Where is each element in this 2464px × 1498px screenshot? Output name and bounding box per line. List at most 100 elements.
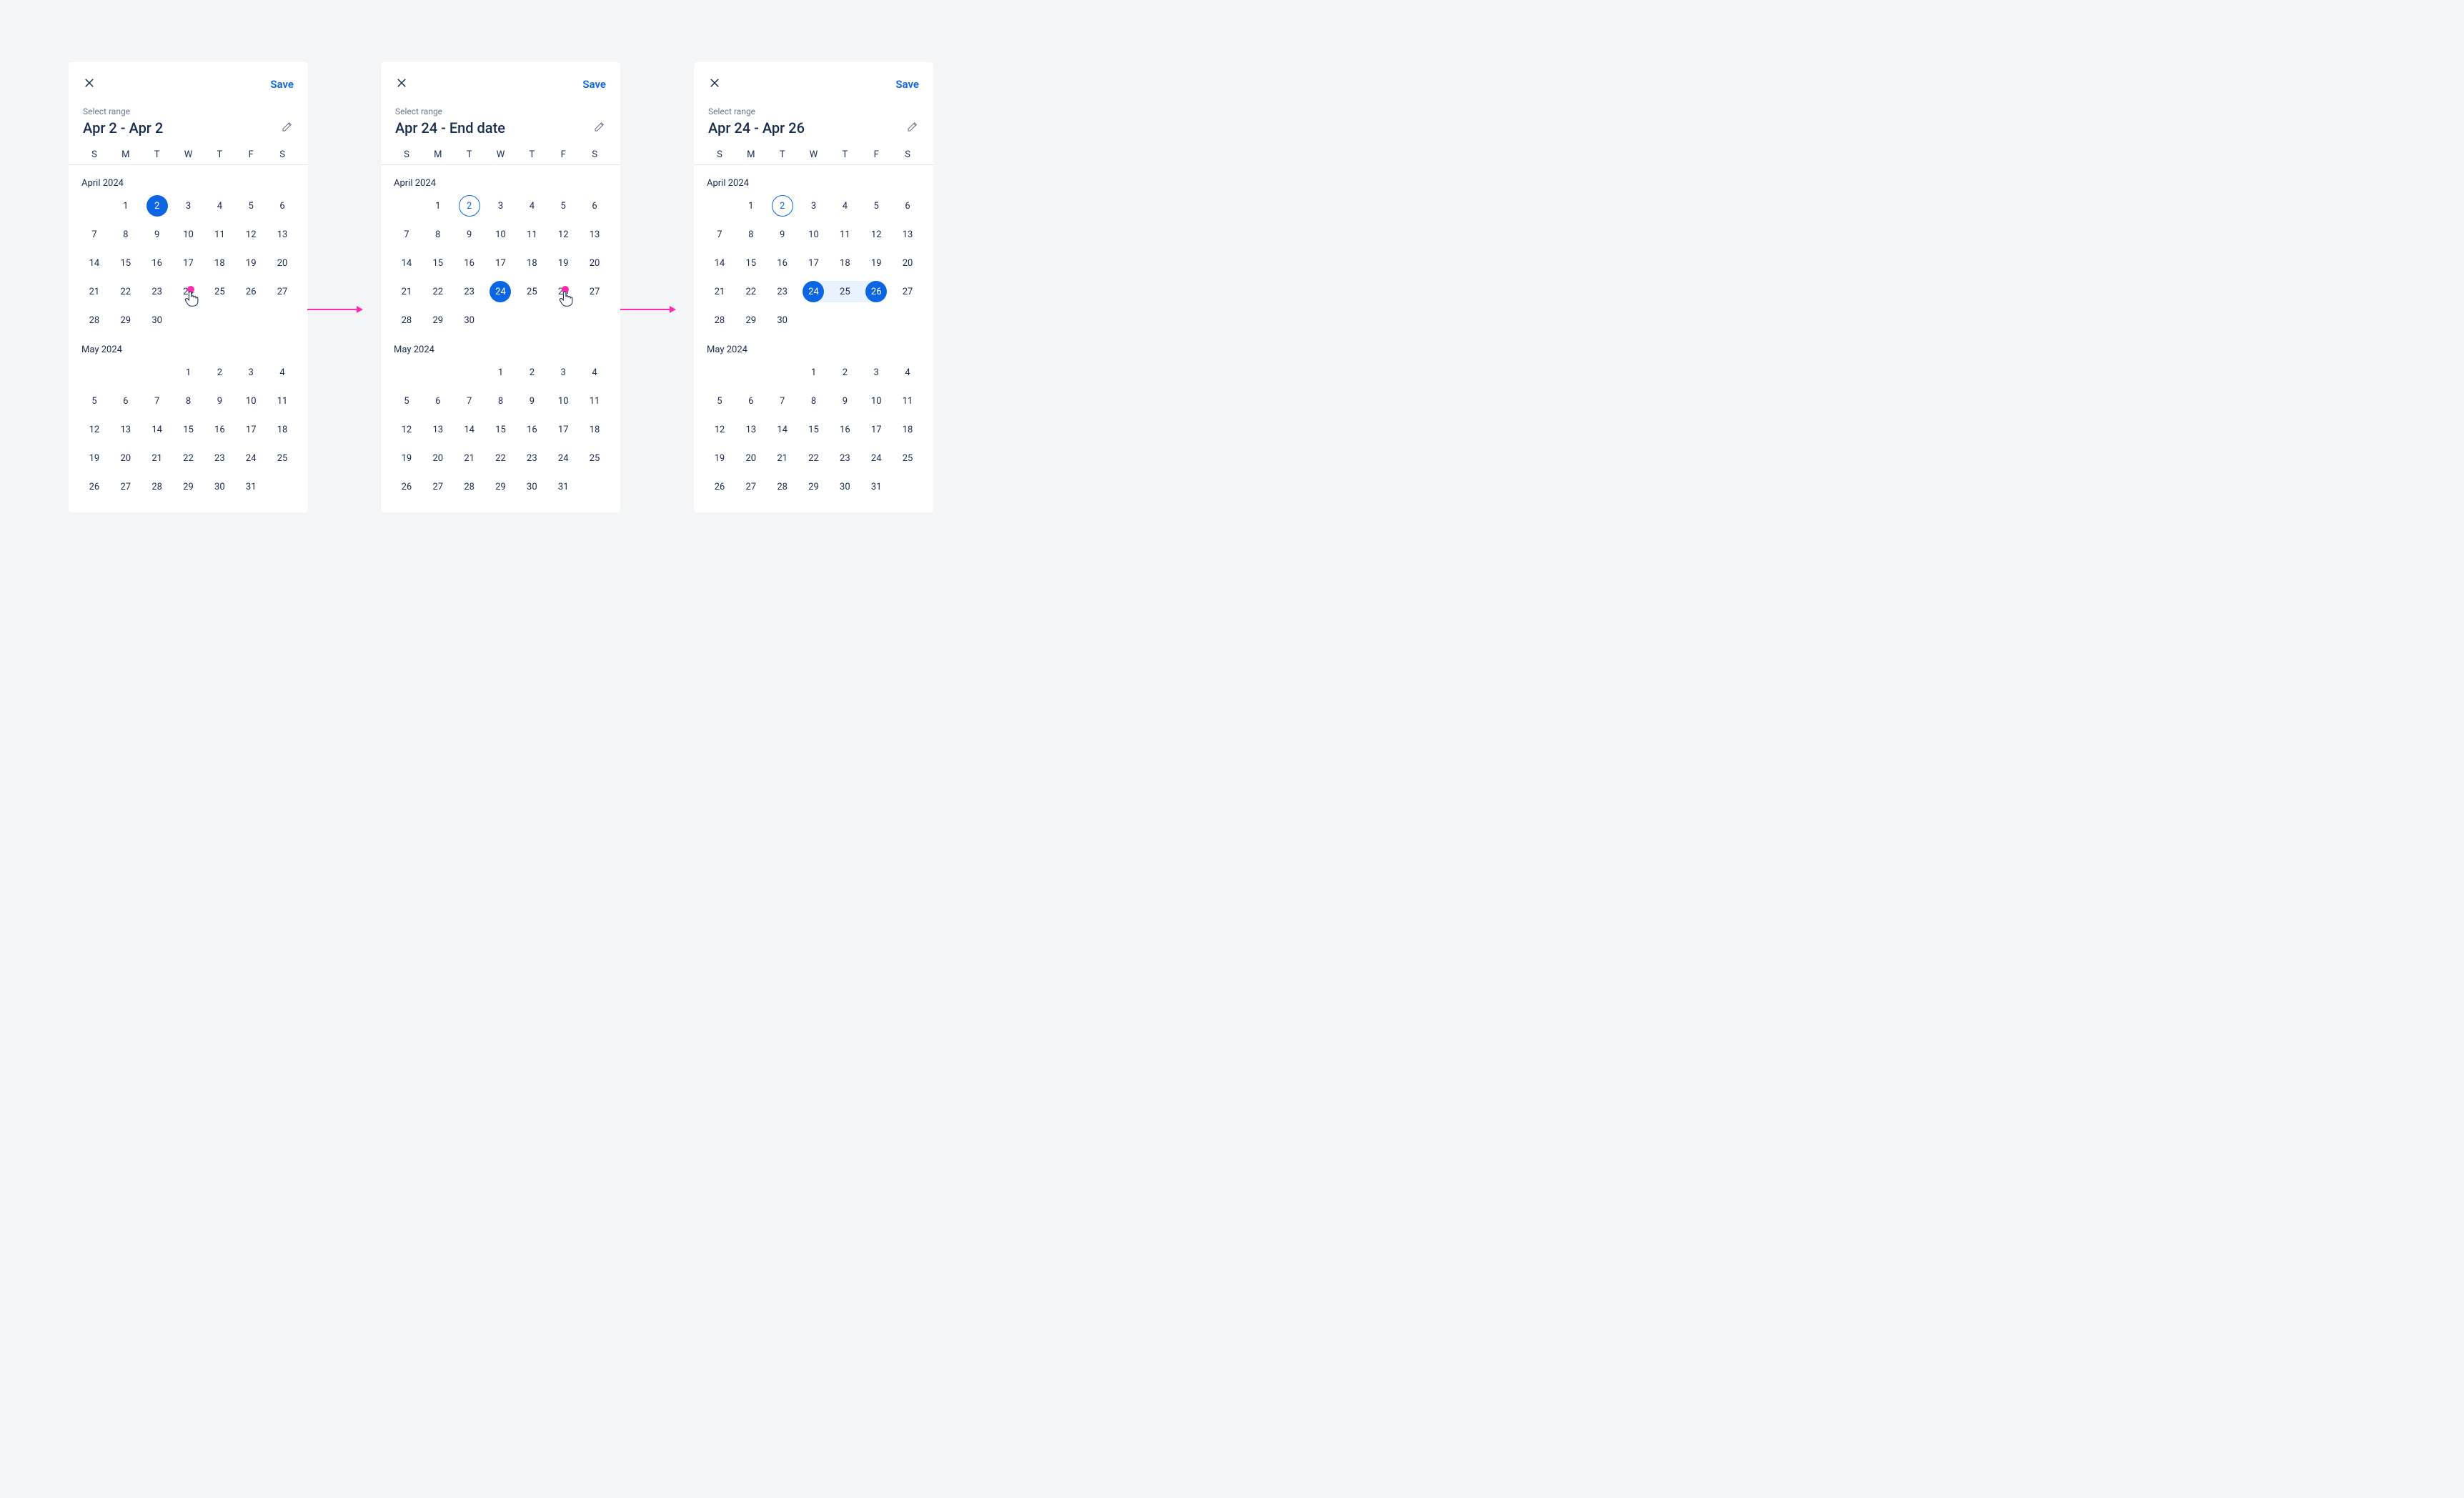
day-cell[interactable]: 14: [391, 252, 422, 274]
day-cell[interactable]: 28: [704, 309, 735, 332]
day-cell[interactable]: 8: [798, 390, 830, 412]
day-cell[interactable]: 27: [579, 280, 610, 303]
day-cell[interactable]: 3: [235, 361, 267, 384]
day-cell[interactable]: 24: [485, 280, 517, 303]
day-cell[interactable]: 19: [79, 447, 110, 470]
day-cell[interactable]: 20: [735, 447, 767, 470]
day-cell[interactable]: 27: [267, 280, 298, 303]
day-cell[interactable]: 5: [547, 194, 579, 217]
day-cell[interactable]: 15: [485, 418, 517, 441]
day-cell[interactable]: 13: [267, 223, 298, 246]
day-cell[interactable]: 7: [391, 223, 422, 246]
day-cell[interactable]: 20: [267, 252, 298, 274]
day-cell[interactable]: 23: [204, 447, 235, 470]
day-cell[interactable]: 13: [422, 418, 454, 441]
day-cell[interactable]: 14: [704, 252, 735, 274]
day-cell[interactable]: 7: [767, 390, 798, 412]
months-scroll[interactable]: April 2024 12345678910111213141516171819…: [694, 165, 933, 512]
day-cell[interactable]: 7: [454, 390, 485, 412]
day-cell[interactable]: 23: [141, 280, 173, 303]
day-cell[interactable]: 17: [547, 418, 579, 441]
day-cell[interactable]: 22: [422, 280, 454, 303]
day-cell[interactable]: 13: [892, 223, 923, 246]
day-cell[interactable]: 2: [141, 194, 173, 217]
day-cell[interactable]: 24: [173, 280, 204, 303]
day-cell[interactable]: 15: [422, 252, 454, 274]
day-cell[interactable]: 17: [235, 418, 267, 441]
day-cell[interactable]: 31: [860, 475, 892, 498]
day-cell[interactable]: 6: [422, 390, 454, 412]
day-cell[interactable]: 17: [798, 252, 830, 274]
day-cell[interactable]: 4: [579, 361, 610, 384]
months-scroll[interactable]: April 2024 12345678910111213141516171819…: [69, 165, 308, 512]
close-icon[interactable]: [83, 76, 96, 92]
day-cell[interactable]: 16: [767, 252, 798, 274]
day-cell[interactable]: 1: [110, 194, 141, 217]
day-cell[interactable]: 28: [79, 309, 110, 332]
day-cell[interactable]: 12: [79, 418, 110, 441]
day-cell[interactable]: 7: [141, 390, 173, 412]
day-cell[interactable]: 29: [422, 309, 454, 332]
day-cell[interactable]: 22: [485, 447, 517, 470]
day-cell[interactable]: 6: [110, 390, 141, 412]
day-cell[interactable]: 24: [798, 280, 830, 303]
day-cell[interactable]: 21: [391, 280, 422, 303]
day-cell[interactable]: 11: [829, 223, 860, 246]
day-cell[interactable]: 18: [892, 418, 923, 441]
save-button[interactable]: Save: [582, 78, 606, 91]
day-cell[interactable]: 29: [173, 475, 204, 498]
day-cell[interactable]: 25: [579, 447, 610, 470]
day-cell[interactable]: 19: [235, 252, 267, 274]
day-cell[interactable]: 20: [422, 447, 454, 470]
day-cell[interactable]: 22: [110, 280, 141, 303]
day-cell[interactable]: 6: [735, 390, 767, 412]
day-cell[interactable]: 11: [204, 223, 235, 246]
day-cell[interactable]: 16: [141, 252, 173, 274]
day-cell[interactable]: 23: [767, 280, 798, 303]
day-cell[interactable]: 7: [704, 223, 735, 246]
day-cell[interactable]: 27: [735, 475, 767, 498]
day-cell[interactable]: 30: [829, 475, 860, 498]
day-cell[interactable]: 17: [173, 252, 204, 274]
day-cell[interactable]: 24: [547, 447, 579, 470]
day-cell[interactable]: 28: [141, 475, 173, 498]
day-cell[interactable]: 10: [173, 223, 204, 246]
save-button[interactable]: Save: [270, 78, 294, 91]
day-cell[interactable]: 29: [798, 475, 830, 498]
day-cell[interactable]: 10: [485, 223, 517, 246]
day-cell[interactable]: 23: [454, 280, 485, 303]
day-cell[interactable]: 26: [547, 280, 579, 303]
day-cell[interactable]: 22: [173, 447, 204, 470]
day-cell[interactable]: 10: [798, 223, 830, 246]
day-cell[interactable]: 16: [454, 252, 485, 274]
pencil-icon[interactable]: [906, 120, 919, 136]
day-cell[interactable]: 8: [173, 390, 204, 412]
day-cell[interactable]: 6: [892, 194, 923, 217]
day-cell[interactable]: 14: [767, 418, 798, 441]
day-cell[interactable]: 14: [141, 418, 173, 441]
day-cell[interactable]: 23: [829, 447, 860, 470]
day-cell[interactable]: 18: [579, 418, 610, 441]
day-cell[interactable]: 4: [829, 194, 860, 217]
day-cell[interactable]: 5: [79, 390, 110, 412]
pencil-icon[interactable]: [593, 120, 606, 136]
day-cell[interactable]: 24: [235, 447, 267, 470]
day-cell[interactable]: 22: [798, 447, 830, 470]
day-cell[interactable]: 19: [860, 252, 892, 274]
day-cell[interactable]: 12: [860, 223, 892, 246]
day-cell[interactable]: 15: [798, 418, 830, 441]
day-cell[interactable]: 1: [173, 361, 204, 384]
day-cell[interactable]: 15: [110, 252, 141, 274]
day-cell[interactable]: 21: [454, 447, 485, 470]
day-cell[interactable]: 18: [204, 252, 235, 274]
day-cell[interactable]: 21: [767, 447, 798, 470]
day-cell[interactable]: 29: [110, 309, 141, 332]
day-cell[interactable]: 26: [860, 280, 892, 303]
pencil-icon[interactable]: [281, 120, 294, 136]
day-cell[interactable]: 17: [485, 252, 517, 274]
day-cell[interactable]: 15: [735, 252, 767, 274]
day-cell[interactable]: 25: [267, 447, 298, 470]
day-cell[interactable]: 12: [704, 418, 735, 441]
day-cell[interactable]: 25: [516, 280, 547, 303]
day-cell[interactable]: 25: [892, 447, 923, 470]
